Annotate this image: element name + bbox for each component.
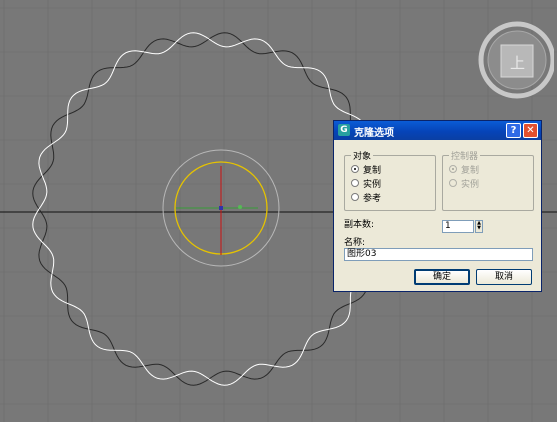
controller-radio-instance-label: 实例 <box>461 180 480 190</box>
cancel-button[interactable]: 取消 <box>476 269 532 285</box>
object-group: 对象 复制 实例 参考 <box>344 149 436 211</box>
viewcube-face-label[interactable]: 上 <box>510 52 525 73</box>
copies-spinner[interactable]: ▲ ▼ <box>475 220 483 233</box>
radio-reference-label: 参考 <box>363 194 382 204</box>
viewcube-icon[interactable]: 上 <box>474 20 554 100</box>
ok-button[interactable]: 确定 <box>414 269 470 285</box>
help-button[interactable]: ? <box>506 123 521 138</box>
radio-instance-label: 实例 <box>363 180 382 190</box>
dialog-titlebar[interactable]: G 克隆选项 ? ✕ <box>334 121 541 140</box>
dialog-title: 克隆选项 <box>354 128 394 139</box>
radio-instance-indicator[interactable] <box>351 179 359 187</box>
object-group-label: 对象 <box>351 149 374 162</box>
name-label: 名称: <box>344 238 366 248</box>
clone-options-dialog: G 克隆选项 ? ✕ 对象 复制 实例 参考 控制器 复制 实例 副本数: 1 <box>333 120 542 292</box>
copies-input[interactable]: 1 <box>442 220 474 233</box>
close-button[interactable]: ✕ <box>523 123 538 138</box>
gizmo-z-dot <box>238 205 242 209</box>
spinner-down-icon[interactable]: ▼ <box>476 226 482 231</box>
radio-copy-label: 复制 <box>363 166 382 176</box>
app-icon: G <box>338 124 350 136</box>
radio-copy-indicator[interactable] <box>351 165 359 173</box>
controller-group: 控制器 复制 实例 <box>442 149 534 211</box>
pivot-marker <box>219 206 223 210</box>
controller-radio-instance-indicator <box>449 179 457 187</box>
controller-radio-copy-indicator <box>449 165 457 173</box>
copies-label: 副本数: <box>344 220 375 230</box>
controller-radio-copy-label: 复制 <box>461 166 480 176</box>
controller-group-label: 控制器 <box>449 149 481 162</box>
radio-reference-indicator[interactable] <box>351 193 359 201</box>
name-input[interactable]: 图形03 <box>344 248 533 261</box>
